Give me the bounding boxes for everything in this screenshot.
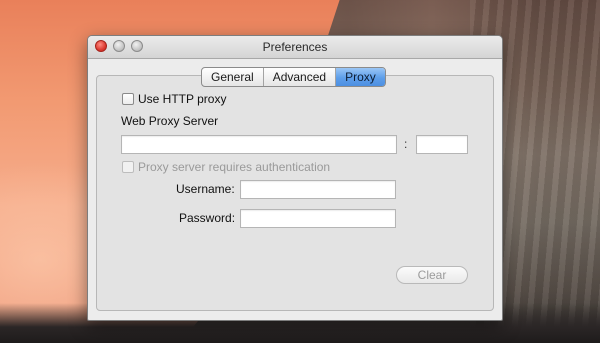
window-title: Preferences — [262, 40, 328, 54]
proxy-auth-checkbox[interactable] — [122, 161, 134, 173]
username-field[interactable] — [240, 180, 396, 199]
password-label: Password: — [179, 211, 236, 225]
tab-bar: General Advanced Proxy — [201, 67, 386, 87]
proxy-auth-label: Proxy server requires authentication — [138, 160, 331, 174]
proxy-port-input[interactable] — [416, 135, 468, 154]
use-http-proxy-label: Use HTTP proxy — [138, 92, 227, 106]
password-field[interactable] — [240, 209, 396, 228]
username-label: Username: — [176, 182, 235, 196]
tab-advanced[interactable]: Advanced — [264, 68, 337, 86]
preferences-window: Preferences General Advanced Proxy Use H… — [87, 35, 503, 321]
title-bar[interactable]: Preferences — [88, 36, 502, 59]
web-proxy-server-label: Web Proxy Server — [121, 114, 219, 128]
use-http-proxy-checkbox[interactable] — [122, 93, 134, 105]
port-separator: : — [404, 137, 408, 151]
tab-general[interactable]: General — [202, 68, 264, 86]
clear-button[interactable]: Clear — [396, 266, 468, 284]
tab-proxy[interactable]: Proxy — [336, 68, 385, 86]
proxy-server-input[interactable] — [121, 135, 397, 154]
